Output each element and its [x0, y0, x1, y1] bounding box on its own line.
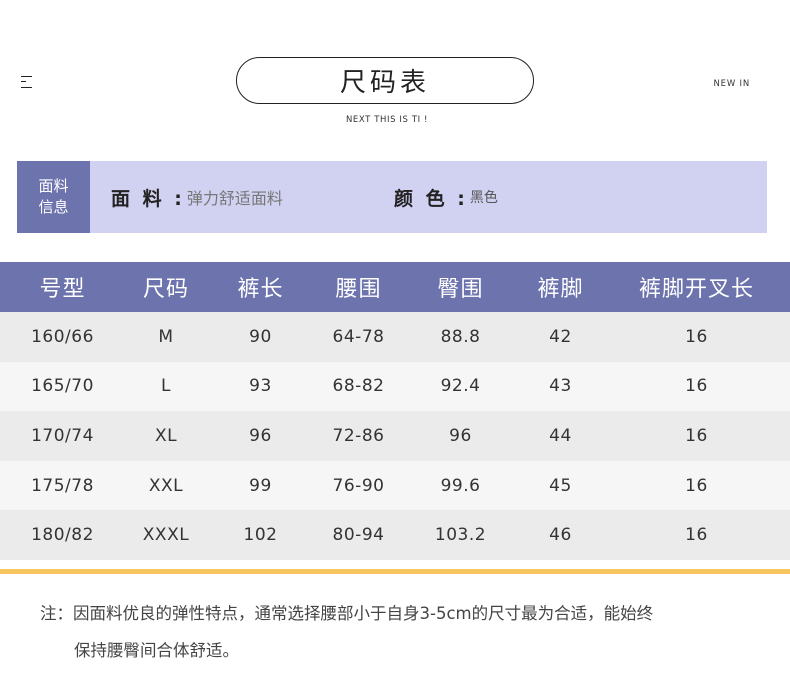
table-cell: 64-78: [314, 312, 403, 362]
header-size-type: 号型: [0, 262, 125, 312]
size-note: 注：因面料优良的弹性特点，通常选择腰部小于自身3-5cm的尺寸最为合适，能始终 …: [40, 595, 760, 669]
table-cell: 76-90: [314, 460, 403, 511]
fabric-info-panel: 面料 信息 面 料 : 弹力舒适面料 颜 色 : 黑色: [17, 161, 767, 233]
table-cell: XL: [125, 411, 207, 461]
table-cell: 72-86: [314, 411, 403, 461]
page-title: 尺码表: [339, 68, 430, 98]
menu-icon[interactable]: [21, 76, 32, 88]
table-cell: L: [125, 361, 207, 412]
table-cell: M: [125, 312, 207, 362]
table-header-row: 号型 尺码 裤长 腰围 臀围 裤脚 裤脚开叉长: [0, 262, 790, 312]
table-cell: 80-94: [314, 510, 403, 560]
color-value: 黑色: [469, 190, 498, 206]
note-line-1: 注：因面料优良的弹性特点，通常选择腰部小于自身3-5cm的尺寸最为合适，能始终: [40, 604, 654, 623]
table-cell: 93: [207, 361, 314, 412]
table-cell: 43: [518, 361, 603, 412]
header-slit: 裤脚开叉长: [603, 262, 790, 312]
table-cell: 16: [603, 510, 790, 560]
fabric-label-line1: 面料: [38, 177, 69, 195]
table-cell: 103.2: [403, 510, 518, 560]
header-size: 尺码: [125, 262, 207, 312]
table-row: 165/70 L 93 68-82 92.4 43 16: [0, 361, 790, 412]
table-cell: 90: [207, 312, 314, 362]
color-key: 颜 色 :: [394, 187, 468, 210]
header-waist: 腰围: [314, 262, 403, 312]
header-hem: 裤脚: [518, 262, 603, 312]
header-hip: 臀围: [403, 262, 518, 312]
table-cell: 175/78: [0, 460, 125, 511]
table-cell: 99.6: [403, 460, 518, 511]
material-item: 面 料 : 弹力舒适面料: [111, 161, 283, 233]
title-subtitle: NEXT THIS IS TI !: [345, 115, 429, 125]
table-row: 175/78 XXL 99 76-90 99.6 45 16: [0, 460, 790, 511]
table-cell: 16: [603, 460, 790, 511]
table-row: 180/82 XXXL 102 80-94 103.2 46 16: [0, 510, 790, 560]
table-cell: 68-82: [314, 361, 403, 412]
material-key: 面 料 :: [111, 187, 185, 210]
table-cell: 44: [518, 411, 603, 461]
note-line-2: 保持腰臀间合体舒适。: [74, 641, 239, 660]
table-cell: 96: [207, 411, 314, 461]
table-cell: 102: [207, 510, 314, 560]
table-cell: 16: [603, 411, 790, 461]
table-cell: 92.4: [403, 361, 518, 412]
color-item: 颜 色 : 黑色: [394, 161, 498, 233]
material-value: 弹力舒适面料: [186, 189, 283, 208]
table-cell: 42: [518, 312, 603, 362]
table-cell: XXL: [125, 460, 207, 511]
table-cell: 96: [403, 411, 518, 461]
fabric-info-label: 面料 信息: [17, 161, 90, 233]
table-cell: 45: [518, 460, 603, 511]
table-cell: 88.8: [403, 312, 518, 362]
table-row: 170/74 XL 96 72-86 96 44 16: [0, 411, 790, 461]
table-cell: 170/74: [0, 411, 125, 461]
header-length: 裤长: [207, 262, 314, 312]
fabric-label-line2: 信息: [38, 198, 69, 216]
table-cell: XXXL: [125, 510, 207, 560]
table-cell: 165/70: [0, 361, 125, 412]
table-cell: 16: [603, 361, 790, 412]
title-banner: 尺码表: [236, 57, 534, 104]
table-cell: 16: [603, 312, 790, 362]
table-cell: 99: [207, 460, 314, 511]
size-table: 号型 尺码 裤长 腰围 臀围 裤脚 裤脚开叉长 160/66 M 90 64-7…: [0, 262, 790, 560]
table-cell: 46: [518, 510, 603, 560]
table-cell: 180/82: [0, 510, 125, 560]
table-cell: 160/66: [0, 312, 125, 362]
new-in-label: NEW IN: [713, 79, 750, 89]
accent-divider: [0, 569, 790, 574]
table-row: 160/66 M 90 64-78 88.8 42 16: [0, 312, 790, 362]
